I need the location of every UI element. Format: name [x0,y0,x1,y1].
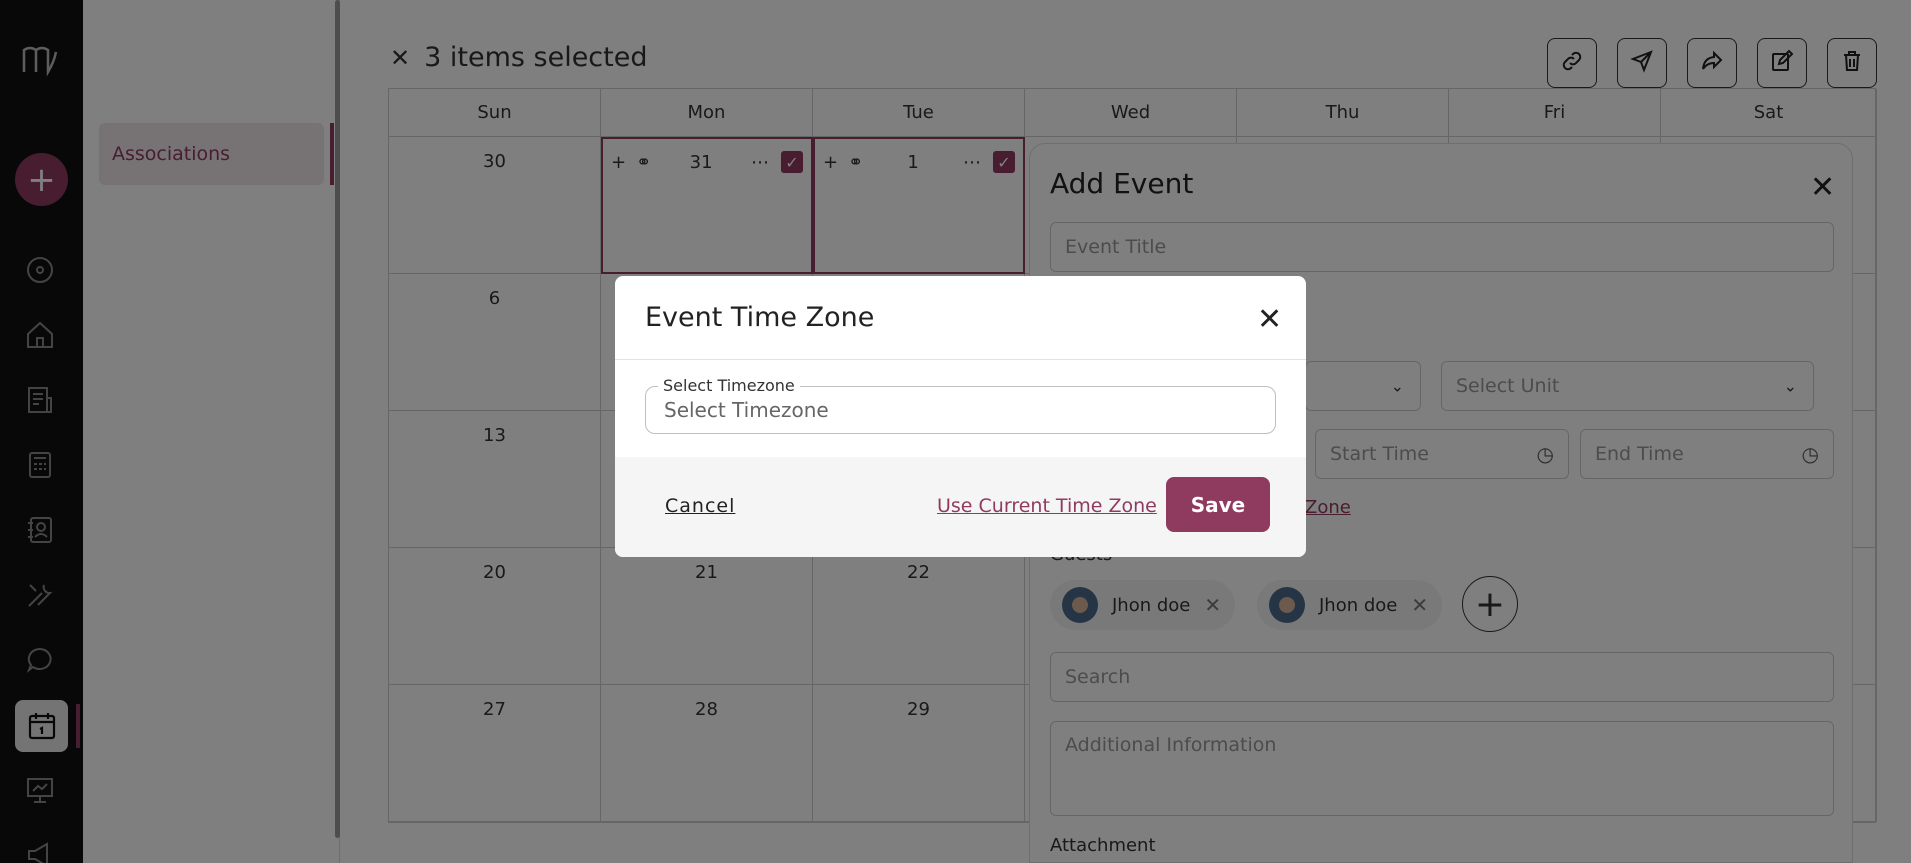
event-time-zone-modal: Event Time Zone ✕ Select Timezone Cancel… [615,276,1306,557]
modal-header: Event Time Zone ✕ [615,276,1306,360]
use-current-time-zone-button[interactable]: Use Current Time Zone [937,495,1157,517]
save-button[interactable]: Save [1166,477,1270,532]
modal-title: Event Time Zone [645,302,875,333]
modal-body: Select Timezone [615,360,1306,457]
modal-footer: Cancel Use Current Time Zone Save [615,457,1306,557]
close-icon[interactable]: ✕ [1257,302,1282,337]
timezone-field[interactable]: Select Timezone [645,376,1276,434]
timezone-input[interactable] [646,387,1275,433]
cancel-button[interactable]: Cancel [665,495,735,517]
